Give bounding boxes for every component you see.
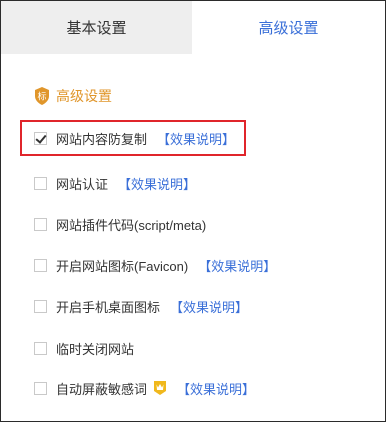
tab-basic-settings[interactable]: 基本设置 [1, 1, 192, 54]
checkbox-temp-close[interactable] [34, 341, 47, 355]
option-label: 开启手机桌面图标 [56, 299, 161, 315]
option-mobile-icon[interactable]: 开启手机桌面图标 【效果说明】 [34, 296, 248, 316]
option-label: 自动屏蔽敏感词 [56, 381, 148, 397]
checkbox-favicon[interactable] [34, 258, 47, 272]
checkbox-plugin-code[interactable] [34, 217, 47, 231]
checkbox-site-verify[interactable] [34, 176, 47, 190]
section-title: 标 高级设置 [34, 86, 112, 106]
checkbox-copy-protection[interactable] [34, 131, 47, 145]
option-plugin-code[interactable]: 网站插件代码(script/meta) [34, 214, 206, 234]
option-sensitive-words[interactable]: 自动屏蔽敏感词 【效果说明】 [34, 378, 255, 398]
checkbox-sensitive-words[interactable] [34, 381, 47, 395]
settings-panel: 基本设置 高级设置 标 高级设置 网站内容防复制 【效果说明】 网站认证 【效果… [0, 0, 386, 422]
effect-link[interactable]: 【效果说明】 [157, 129, 235, 148]
tab-advanced-settings[interactable]: 高级设置 [192, 1, 385, 54]
option-label: 网站认证 [56, 176, 109, 192]
checkbox-mobile-icon[interactable] [34, 299, 47, 313]
option-temp-close[interactable]: 临时关闭网站 [34, 338, 134, 358]
effect-link[interactable]: 【效果说明】 [177, 379, 255, 398]
svg-text:标: 标 [37, 91, 46, 103]
option-site-verify[interactable]: 网站认证 【效果说明】 [34, 173, 196, 193]
vip-crown-icon [154, 381, 167, 395]
option-label: 网站内容防复制 [56, 131, 148, 147]
option-label: 临时关闭网站 [56, 341, 135, 357]
effect-link[interactable]: 【效果说明】 [118, 174, 196, 193]
tab-bar: 基本设置 高级设置 [1, 1, 385, 54]
section-title-label: 高级设置 [56, 88, 112, 104]
option-label: 网站插件代码(script/meta) [56, 217, 207, 233]
shield-icon: 标 [35, 87, 49, 105]
effect-link[interactable]: 【效果说明】 [170, 297, 248, 316]
option-favicon[interactable]: 开启网站图标(Favicon) 【效果说明】 [34, 255, 276, 275]
option-copy-protection[interactable]: 网站内容防复制 【效果说明】 [34, 128, 235, 148]
effect-link[interactable]: 【效果说明】 [198, 256, 276, 275]
option-label: 开启网站图标(Favicon) [56, 258, 189, 274]
